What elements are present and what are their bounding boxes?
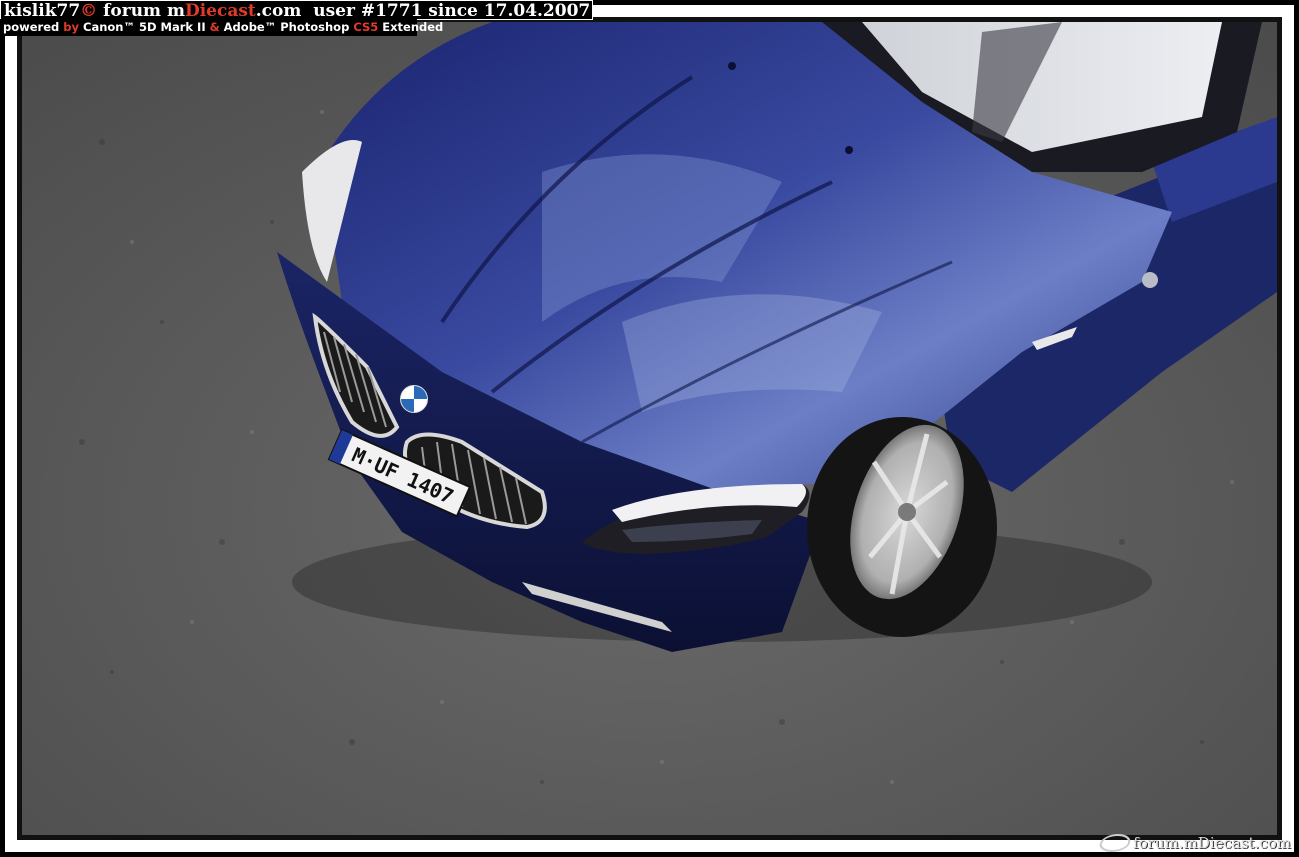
car-illustration: M·UF 1407 [22,22,1277,835]
watermark-logo-icon [1096,834,1134,852]
powered-by: by [63,20,79,34]
user-since: user #1771 since 17.04.2007 [301,1,591,21]
powered-prefix: powered [3,20,64,34]
camera-name: Canon™ 5D Mark II [79,20,210,34]
cs5-label: CS5 [353,20,379,34]
forum-prefix: forum m [97,1,185,21]
username: kislik77 [4,1,81,21]
car-photo: M·UF 1407 [22,22,1277,835]
copyright-mark: © [80,1,98,21]
forum-brand: Diecast [184,1,256,21]
watermark: forum.mDiecast.com [1096,834,1291,852]
bmw-roundel [400,385,428,413]
title-line: kislik77© forum mDiecast.com user #1771 … [0,0,593,21]
ampersand: & [209,20,220,34]
watermark-text: forum.mDiecast.com [1133,834,1291,852]
extended-label: Extended [378,20,444,34]
software-name: Adobe™ Photoshop [219,20,354,34]
forum-suffix: .com [255,1,302,21]
powered-line: powered by Canon™ 5D Mark II & Adobe™ Ph… [0,19,443,36]
